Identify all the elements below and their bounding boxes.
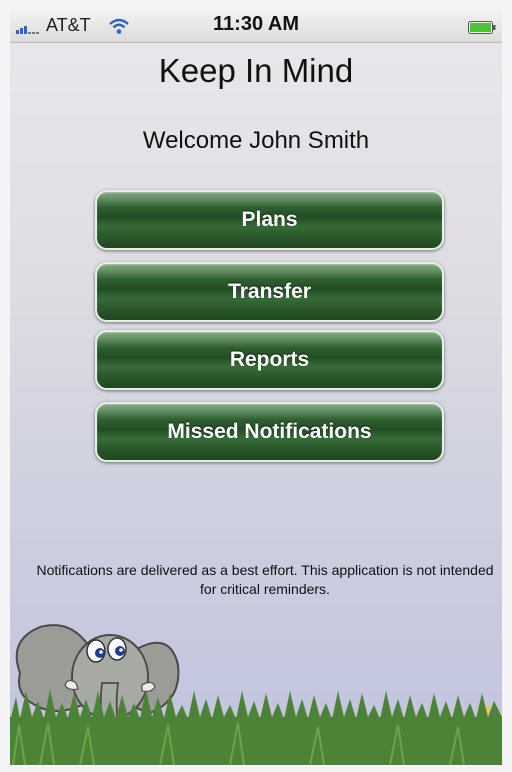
status-bar: AT&T 11:30 AM — [10, 10, 502, 43]
disclaimer-text: Notifications are delivered as a best ef… — [36, 562, 494, 597]
battery-icon — [468, 21, 496, 34]
status-time: 11:30 AM — [213, 13, 299, 35]
welcome-message: Welcome John Smith — [142, 127, 370, 154]
reports-button[interactable]: Reports — [95, 330, 444, 390]
footer-illustration — [10, 624, 502, 765]
app-title: Keep In Mind — [158, 52, 354, 89]
app-screen: AT&T 11:30 AM Keep In Mind Welcome John … — [10, 10, 502, 765]
device-frame: AT&T 11:30 AM Keep In Mind Welcome John … — [0, 0, 512, 772]
transfer-button[interactable]: Transfer — [95, 262, 444, 322]
plans-button[interactable]: Plans — [95, 190, 444, 250]
missed-notifications-button[interactable]: Missed Notifications — [95, 402, 444, 462]
